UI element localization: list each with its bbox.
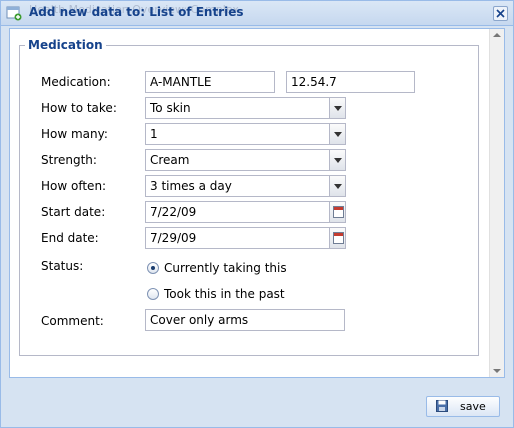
how-to-take-value: To skin <box>150 101 191 115</box>
strength-value: Cream <box>150 153 190 167</box>
end-date-label: End date: <box>41 231 99 245</box>
end-date-input[interactable]: 7/29/09 <box>145 227 346 249</box>
chevron-down-icon <box>334 106 342 111</box>
dialog-window: Health Medication Overview: Complex Add … <box>0 0 514 428</box>
how-many-value: 1 <box>150 127 158 141</box>
how-to-take-label: How to take: <box>41 101 117 115</box>
status-past-radio[interactable] <box>147 288 159 300</box>
scroll-down-icon[interactable] <box>493 369 501 373</box>
status-current-label[interactable]: Currently taking this <box>164 261 287 275</box>
status-past-label[interactable]: Took this in the past <box>164 287 285 301</box>
calendar-icon <box>333 232 344 244</box>
save-button[interactable]: save <box>426 396 500 417</box>
how-to-take-dropdown-button[interactable] <box>329 98 345 118</box>
add-window-icon <box>6 5 22 21</box>
scroll-up-icon[interactable] <box>493 33 501 37</box>
how-often-label: How often: <box>41 179 107 193</box>
how-to-take-select[interactable]: To skin <box>145 97 346 119</box>
close-icon <box>496 9 505 18</box>
save-icon <box>436 400 448 412</box>
strength-select[interactable]: Cream <box>145 149 346 171</box>
how-many-label: How many: <box>41 127 108 141</box>
comment-input[interactable]: Cover only arms <box>145 309 345 331</box>
status-current-radio[interactable] <box>147 262 159 274</box>
title-bar[interactable]: Health Medication Overview: Complex Add … <box>1 1 513 26</box>
close-button[interactable] <box>493 6 508 21</box>
comment-label: Comment: <box>41 314 104 328</box>
chevron-down-icon <box>334 184 342 189</box>
status-label: Status: <box>41 259 84 273</box>
start-date-picker-button[interactable] <box>329 202 345 222</box>
medication-name-input[interactable]: A-MANTLE <box>145 71 275 93</box>
how-many-dropdown-button[interactable] <box>329 124 345 144</box>
vertical-scrollbar[interactable] <box>489 29 504 377</box>
end-date-picker-button[interactable] <box>329 228 345 248</box>
chevron-down-icon <box>334 132 342 137</box>
how-often-value: 3 times a day <box>150 179 232 193</box>
how-often-select[interactable]: 3 times a day <box>145 175 346 197</box>
strength-dropdown-button[interactable] <box>329 150 345 170</box>
end-date-value: 7/29/09 <box>150 231 197 245</box>
fieldset-legend: Medication <box>28 38 103 52</box>
form-panel: Medication Medication: A-MANTLE 12.54.7 … <box>9 28 505 378</box>
calendar-icon <box>333 206 344 218</box>
dialog-title: Add new data to: List of Entries <box>29 5 244 19</box>
chevron-down-icon <box>334 158 342 163</box>
save-button-label: save <box>460 400 486 413</box>
start-date-label: Start date: <box>41 205 106 219</box>
medication-label: Medication: <box>41 75 111 89</box>
start-date-value: 7/22/09 <box>150 205 197 219</box>
how-often-dropdown-button[interactable] <box>329 176 345 196</box>
medication-code-input[interactable]: 12.54.7 <box>286 71 415 93</box>
dialog-footer: save <box>1 385 513 427</box>
how-many-select[interactable]: 1 <box>145 123 346 145</box>
start-date-input[interactable]: 7/22/09 <box>145 201 346 223</box>
strength-label: Strength: <box>41 153 97 167</box>
